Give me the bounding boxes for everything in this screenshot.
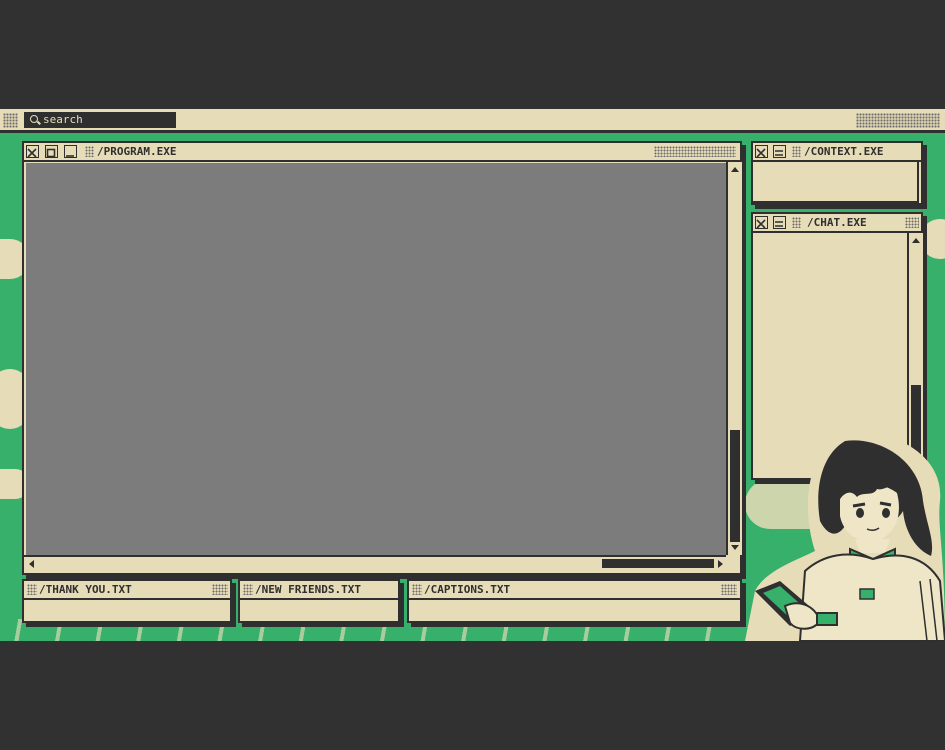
thank-you-window: /THANK YOU.TXT <box>22 579 232 623</box>
new-friends-title: /NEW FRIENDS.TXT <box>255 583 361 596</box>
minimize-button[interactable] <box>64 145 77 158</box>
drag-handle[interactable] <box>792 146 801 157</box>
close-button[interactable] <box>26 145 39 158</box>
vertical-scrollbar[interactable] <box>726 162 742 555</box>
program-title: /PROGRAM.EXE <box>97 145 177 158</box>
scroll-down-icon[interactable] <box>728 543 742 553</box>
chat-title: /CHAT.EXE <box>807 216 867 229</box>
thank-you-title: /THANK YOU.TXT <box>39 583 132 596</box>
close-icon <box>756 219 766 229</box>
drag-handle[interactable] <box>85 146 94 157</box>
search-input[interactable]: search <box>24 112 176 128</box>
captions-titlebar[interactable]: /CAPTIONS.TXT <box>409 581 740 600</box>
close-button[interactable] <box>755 216 768 229</box>
search-icon <box>30 115 38 123</box>
captions-window: /CAPTIONS.TXT <box>407 579 742 623</box>
new-friends-titlebar[interactable]: /NEW FRIENDS.TXT <box>240 581 398 600</box>
restore-icon <box>775 150 783 156</box>
context-title: /CONTEXT.EXE <box>804 145 884 158</box>
captions-title: /CAPTIONS.TXT <box>424 583 511 596</box>
top-bar: search <box>0 109 945 133</box>
close-icon <box>756 148 766 158</box>
context-content[interactable] <box>753 162 919 203</box>
scroll-left-icon[interactable] <box>26 558 36 570</box>
scroll-right-icon[interactable] <box>716 558 726 570</box>
new-friends-window: /NEW FRIENDS.TXT <box>238 579 400 623</box>
captions-content[interactable] <box>409 600 738 621</box>
close-icon <box>27 148 37 158</box>
drag-handle[interactable] <box>792 217 801 228</box>
grip-handle[interactable] <box>856 113 940 128</box>
drag-handle[interactable] <box>27 584 37 595</box>
restore-button[interactable] <box>773 145 786 158</box>
chat-titlebar[interactable]: /CHAT.EXE <box>753 214 921 233</box>
scroll-thumb[interactable] <box>602 559 714 568</box>
program-titlebar[interactable]: /PROGRAM.EXE <box>24 143 740 162</box>
thank-you-titlebar[interactable]: /THANK YOU.TXT <box>24 581 230 600</box>
context-titlebar[interactable]: /CONTEXT.EXE <box>753 143 921 162</box>
thank-you-content[interactable] <box>24 600 228 621</box>
maximize-icon <box>46 148 56 158</box>
drag-handle[interactable] <box>243 584 253 595</box>
close-button[interactable] <box>755 145 768 158</box>
context-window: /CONTEXT.EXE <box>751 141 923 205</box>
program-viewport[interactable] <box>26 163 726 555</box>
restore-icon <box>775 221 783 227</box>
character-illustration <box>745 431 945 641</box>
drag-handle[interactable] <box>212 584 228 595</box>
minimize-icon <box>66 155 74 157</box>
drag-handle[interactable] <box>412 584 422 595</box>
drag-handle[interactable] <box>654 146 736 157</box>
drag-handle[interactable] <box>905 217 919 228</box>
restore-button[interactable] <box>773 216 786 229</box>
scroll-thumb[interactable] <box>730 430 740 542</box>
search-placeholder: search <box>43 113 83 126</box>
maximize-button[interactable] <box>45 145 58 158</box>
cloud-decoration <box>920 219 945 259</box>
scroll-up-icon[interactable] <box>728 164 742 174</box>
overlay-scene: search /PROGRAM.EXE /CONTEXT.EXE /CHAT.E… <box>0 109 945 641</box>
grip-handle[interactable] <box>3 113 18 128</box>
new-friends-content[interactable] <box>240 600 396 621</box>
horizontal-scrollbar[interactable] <box>24 555 726 572</box>
drag-handle[interactable] <box>721 584 737 595</box>
scroll-up-icon[interactable] <box>909 235 923 245</box>
program-window: /PROGRAM.EXE <box>22 141 742 575</box>
